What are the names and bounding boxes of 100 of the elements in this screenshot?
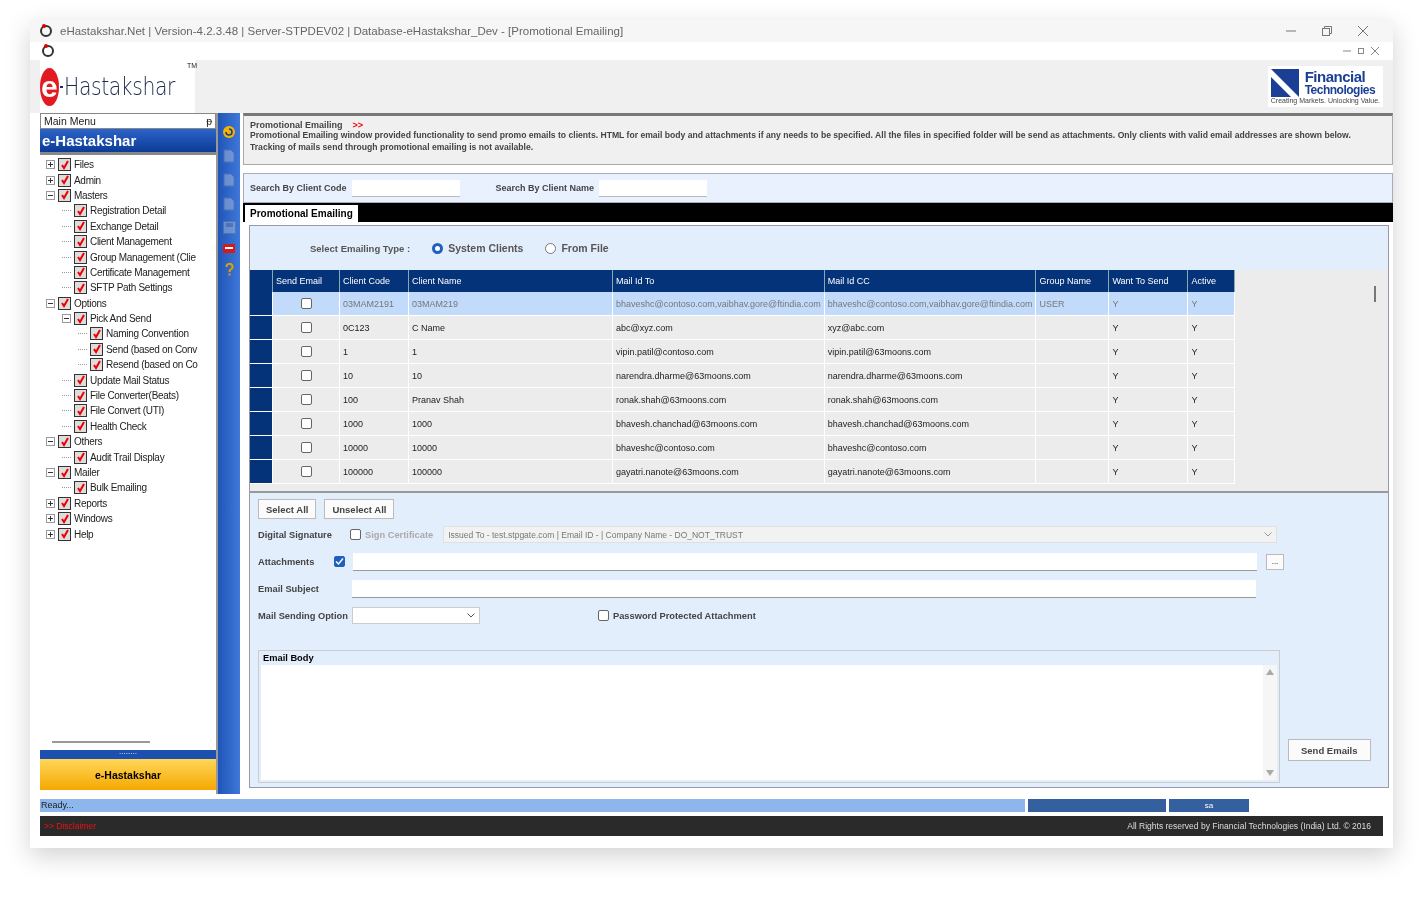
tree-checkbox[interactable] — [58, 496, 71, 510]
tree-checkbox[interactable] — [90, 342, 103, 356]
close-icon[interactable] — [1371, 47, 1379, 55]
tree-item[interactable]: Update Mail Status — [90, 374, 170, 386]
tree-checkbox[interactable] — [74, 219, 87, 233]
row-header[interactable] — [250, 387, 273, 412]
tree-item[interactable]: File Converter(Beats) — [90, 390, 179, 402]
tree-checkbox[interactable] — [90, 327, 103, 341]
tree-item[interactable]: Help — [74, 528, 94, 540]
caret-icon[interactable] — [467, 613, 475, 618]
expand-icon[interactable] — [46, 529, 55, 539]
select-all-button[interactable]: Select All — [258, 499, 317, 519]
row-header[interactable] — [250, 339, 273, 364]
row-checkbox[interactable] — [300, 418, 312, 430]
collapse-icon[interactable] — [46, 437, 55, 447]
expand-icon[interactable] — [46, 514, 55, 524]
tree-checkbox[interactable] — [58, 435, 71, 449]
tree-checkbox[interactable] — [74, 204, 87, 218]
row-header[interactable] — [250, 363, 273, 388]
column-header[interactable]: Send Email — [272, 270, 340, 292]
tree-item[interactable]: Admin — [74, 174, 101, 186]
tree-checkbox[interactable] — [58, 296, 71, 310]
tree-item[interactable]: SFTP Path Settings — [90, 282, 173, 294]
tree-item[interactable]: Options — [74, 297, 107, 309]
tree-item[interactable]: Files — [74, 159, 94, 171]
row-checkbox[interactable] — [300, 370, 312, 382]
tree-item[interactable]: Resend (based on Co — [106, 359, 198, 371]
tree-item[interactable]: Mailer — [74, 467, 100, 478]
tree-checkbox[interactable] — [74, 265, 87, 279]
radio-button[interactable] — [545, 242, 557, 254]
tree-item[interactable]: Masters — [74, 189, 108, 201]
tree-item[interactable]: Naming Convention — [106, 328, 189, 340]
row-header[interactable] — [250, 459, 273, 484]
exit-icon[interactable] — [223, 244, 235, 253]
tree-checkbox[interactable] — [58, 173, 71, 187]
row-header[interactable] — [250, 435, 273, 460]
tree-item[interactable]: Windows — [74, 513, 113, 525]
row-header[interactable] — [250, 411, 273, 436]
tree-checkbox[interactable] — [74, 250, 87, 264]
tree-checkbox[interactable] — [58, 466, 71, 479]
tree-checkbox[interactable] — [74, 235, 87, 249]
column-header[interactable]: Want To Send — [1108, 270, 1188, 292]
row-checkbox[interactable] — [300, 322, 312, 334]
radio-label[interactable]: System Clients — [448, 242, 524, 254]
collapse-icon[interactable] — [46, 468, 55, 477]
row-checkbox[interactable] — [300, 466, 312, 478]
radio-label[interactable]: From File — [561, 242, 609, 254]
column-header[interactable]: Client Name — [408, 270, 613, 292]
browse-button[interactable]: ... — [1266, 553, 1284, 570]
checkbox[interactable] — [598, 610, 609, 621]
tree-checkbox[interactable] — [74, 389, 87, 403]
collapse-icon[interactable] — [46, 298, 55, 308]
expand-icon[interactable] — [46, 498, 55, 508]
pin-icon[interactable]: ᵽ — [206, 115, 212, 127]
help-icon[interactable] — [224, 263, 234, 276]
send-emails-button[interactable]: Send Emails — [1288, 739, 1371, 761]
tree-checkbox[interactable] — [90, 358, 103, 372]
tree-checkbox[interactable] — [74, 373, 87, 387]
restore-icon[interactable] — [1357, 47, 1365, 55]
column-header[interactable]: Client Code — [339, 270, 409, 292]
collapse-icon[interactable] — [62, 314, 71, 324]
attachments-field[interactable] — [353, 552, 1257, 571]
row-checkbox[interactable] — [300, 298, 312, 310]
close-icon[interactable] — [1357, 25, 1369, 37]
tree-item[interactable]: Bulk Emailing — [90, 482, 147, 494]
tree-item[interactable]: Send (based on Conv — [106, 343, 198, 355]
subject-field[interactable] — [352, 579, 1256, 598]
row-header[interactable] — [250, 315, 273, 340]
tree-item[interactable]: Reports — [74, 497, 107, 509]
row-checkbox[interactable] — [300, 442, 312, 454]
row-header[interactable] — [250, 292, 273, 316]
checkbox-label[interactable]: Password Protected Attachment — [613, 610, 756, 621]
column-header[interactable]: Active — [1187, 270, 1235, 292]
tree-checkbox[interactable] — [58, 158, 71, 172]
tree-item[interactable]: Group Management (Clie — [90, 251, 196, 263]
expand-arrows[interactable]: >> — [352, 120, 364, 130]
row-checkbox[interactable] — [300, 346, 312, 358]
tree-checkbox[interactable] — [74, 281, 87, 295]
tree-checkbox[interactable] — [58, 527, 71, 541]
checkbox[interactable] — [334, 556, 345, 567]
sidebar-button[interactable]: e-Hastakshar — [40, 759, 216, 790]
tree-checkbox[interactable] — [58, 188, 71, 202]
refresh-icon[interactable] — [222, 125, 236, 139]
tree-item[interactable]: Client Management — [90, 236, 172, 248]
column-header[interactable]: Mail Id CC — [824, 270, 1036, 292]
scrollbar-thumb[interactable] — [1374, 286, 1376, 302]
tree-item[interactable]: Exchange Detail — [90, 220, 159, 232]
column-header[interactable]: Mail Id To — [612, 270, 825, 292]
tree-item[interactable]: Pick And Send — [90, 313, 152, 325]
unselect-all-button[interactable]: Unselect All — [324, 499, 395, 519]
tree-checkbox[interactable] — [58, 512, 71, 526]
splitter-grip[interactable]: ........ — [40, 750, 216, 759]
search-field[interactable] — [351, 179, 460, 197]
tree-item[interactable]: Others — [74, 436, 103, 448]
restore-icon[interactable] — [1321, 25, 1333, 37]
tree-item[interactable]: Registration Detail — [90, 205, 166, 217]
expand-icon[interactable] — [46, 175, 55, 185]
row-checkbox[interactable] — [300, 394, 312, 406]
tree-checkbox[interactable] — [74, 404, 87, 418]
tree-checkbox[interactable] — [74, 481, 87, 495]
